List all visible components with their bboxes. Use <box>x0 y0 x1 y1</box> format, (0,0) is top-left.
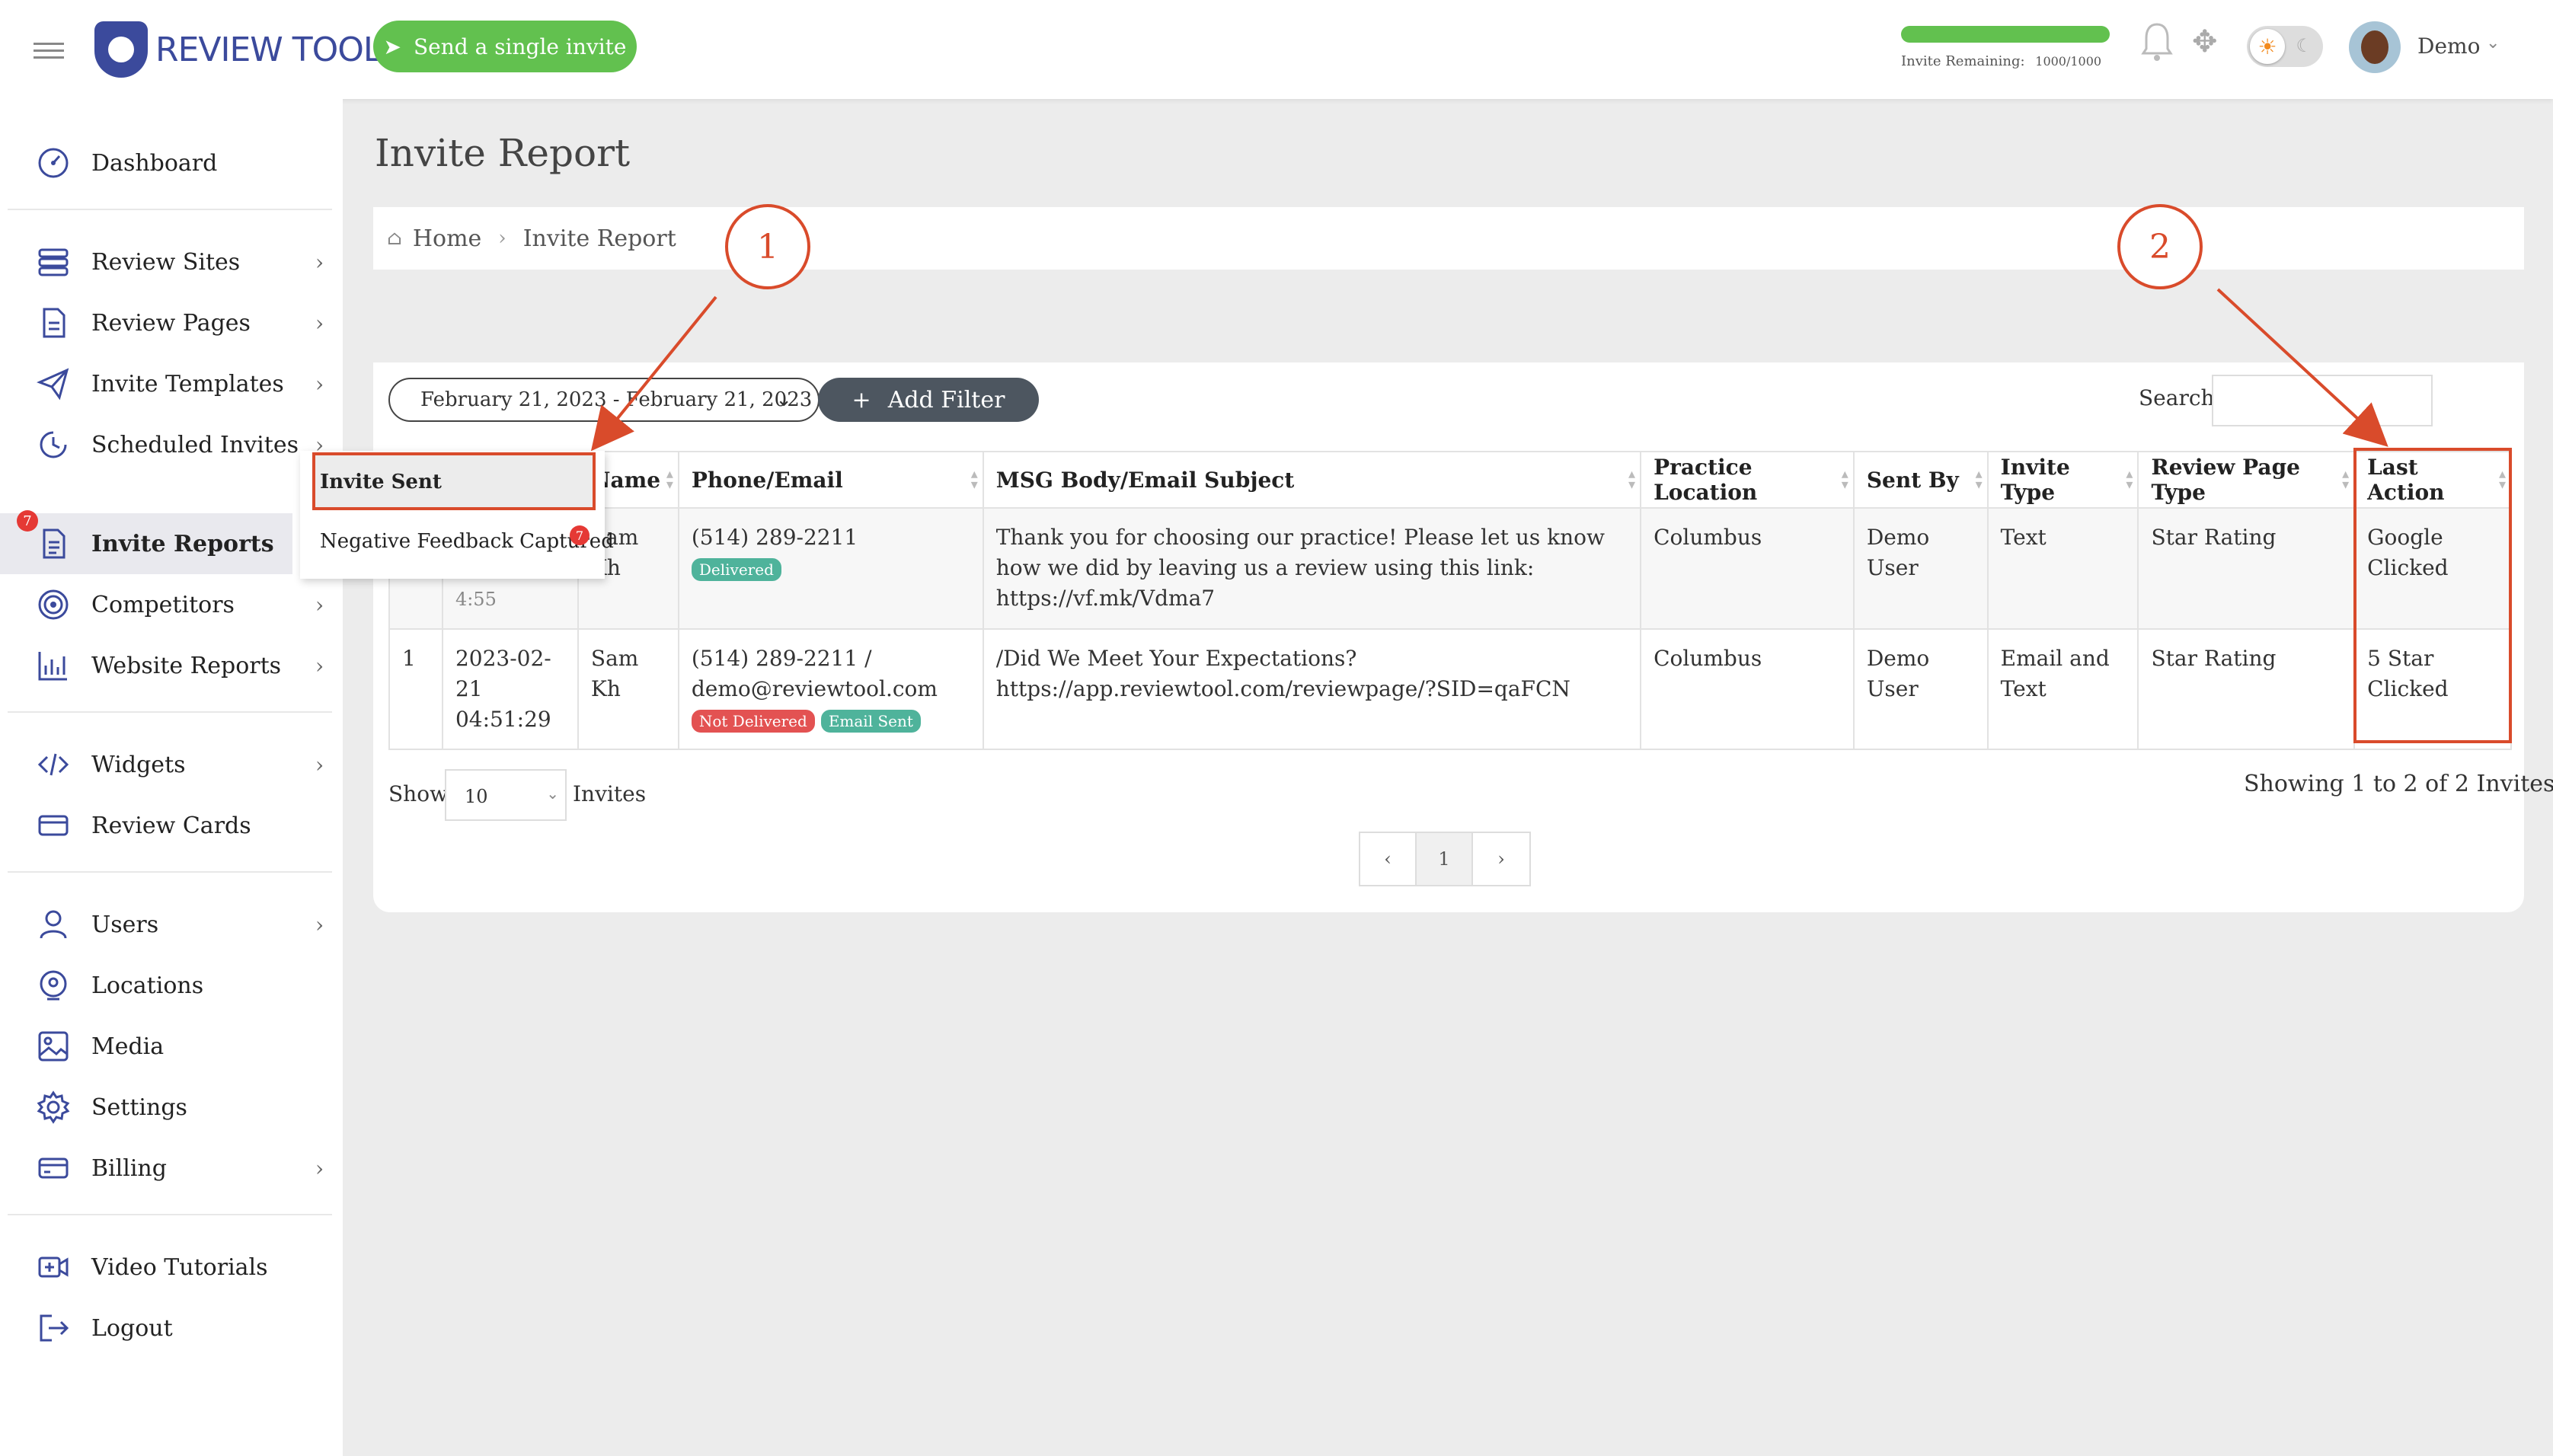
annotation-callout-2: 2 <box>2117 204 2203 289</box>
annotation-arrow-1 <box>590 295 717 452</box>
annotation-callout-1: 1 <box>725 204 810 289</box>
annotation-arrow-2 <box>2216 288 2388 447</box>
